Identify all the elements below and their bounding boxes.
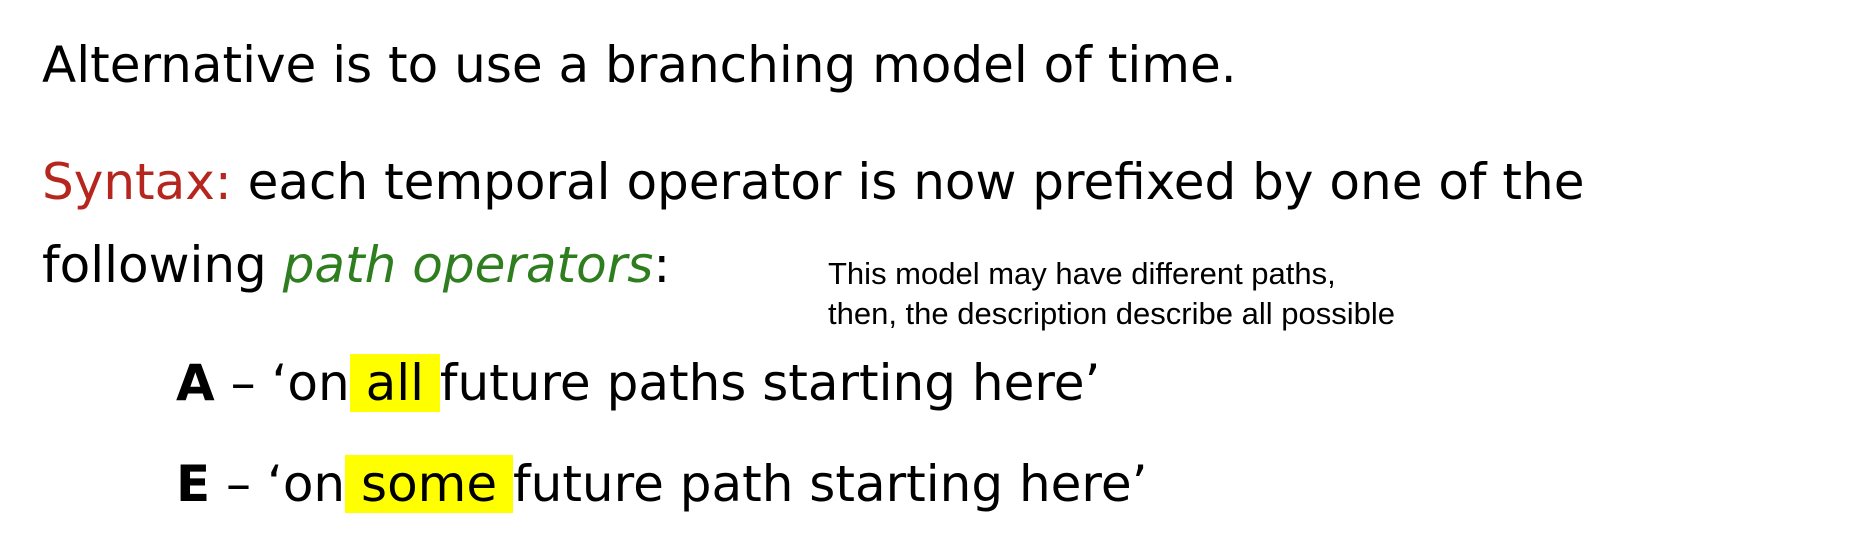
path-operators-term: path operators bbox=[282, 236, 654, 294]
path-operator-e: E – ‘on some future path starting here’ bbox=[176, 455, 1148, 513]
highlight-all: all bbox=[349, 354, 440, 412]
annotation-note: This model may have different paths, the… bbox=[828, 254, 1395, 334]
operator-description-a: future paths starting here’ bbox=[439, 354, 1101, 412]
intro-sentence: Alternative is to use a branching model … bbox=[42, 36, 1237, 94]
colon: : bbox=[653, 236, 671, 294]
operator-symbol-e: E bbox=[176, 455, 211, 513]
operator-dash-a: – ‘on bbox=[214, 354, 350, 412]
syntax-sentence-continued: following path operators: bbox=[42, 240, 670, 290]
highlight-some: some bbox=[345, 455, 514, 513]
path-operator-a: A – ‘on all future paths starting here’ bbox=[176, 354, 1100, 412]
syntax-text: each temporal operator is now prefixed b… bbox=[231, 153, 1585, 211]
syntax-label: Syntax: bbox=[42, 153, 232, 211]
syntax-sentence: Syntax: each temporal operator is now pr… bbox=[42, 157, 1585, 207]
operator-dash-e: – ‘on bbox=[210, 455, 346, 513]
annotation-line-2: then, the description describe all possi… bbox=[828, 296, 1395, 331]
annotation-line-1: This model may have different paths, bbox=[828, 256, 1336, 291]
operator-description-e: future path starting here’ bbox=[513, 455, 1148, 513]
operator-symbol-a: A bbox=[176, 354, 215, 412]
following-text: following bbox=[42, 236, 283, 294]
